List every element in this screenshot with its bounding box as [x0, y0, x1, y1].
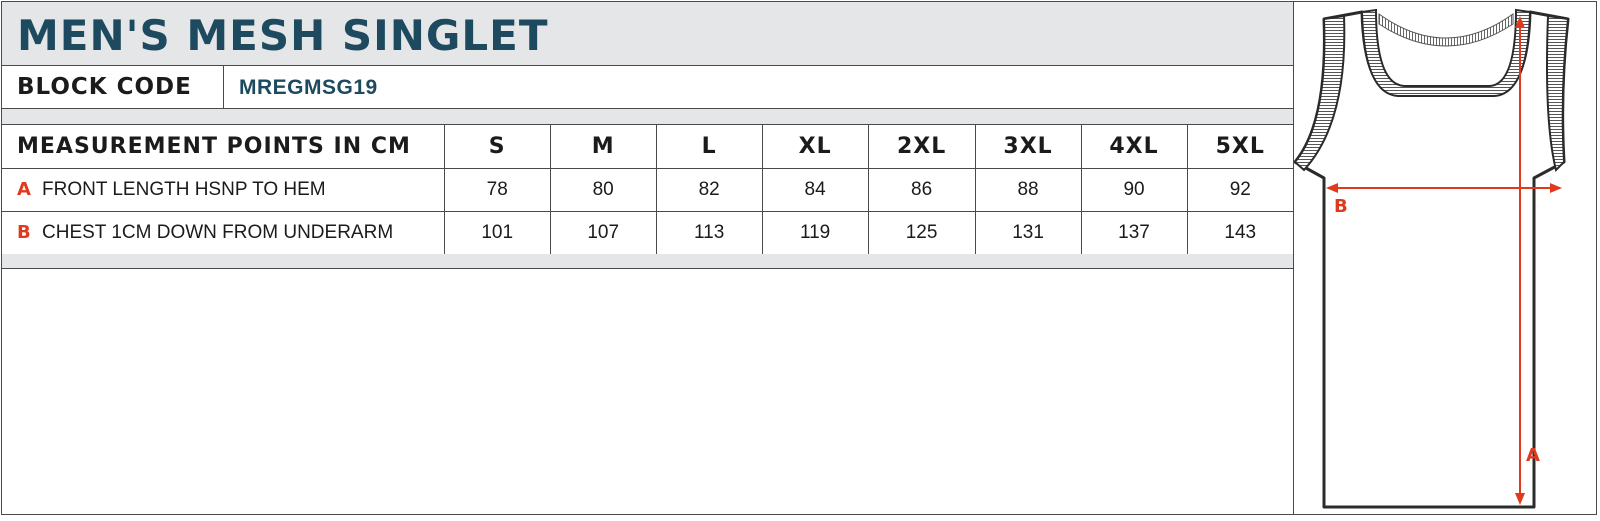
table-cell: 88 [974, 168, 1082, 212]
separator-band-bottom [2, 254, 1293, 269]
table-cell: 125 [867, 211, 976, 255]
singlet-illustration: B A [1293, 8, 1570, 509]
table-row: B CHEST 1CM DOWN FROM UNDERARM 101 107 11… [2, 211, 1293, 255]
table-cell: 107 [549, 211, 657, 255]
size-header-l: L [655, 125, 763, 169]
table-cell: 143 [1186, 211, 1293, 255]
measurement-point-a: A FRONT LENGTH HSNP TO HEM [2, 168, 445, 212]
table-cell: 84 [761, 168, 869, 212]
length-measure-label: A [1526, 445, 1540, 466]
block-code-divider [223, 66, 224, 108]
chest-arrow-right-icon [1550, 183, 1562, 193]
garment-diagram: B A [1293, 2, 1598, 516]
table-cell: 131 [974, 211, 1082, 255]
block-code-value: MREGMSG19 [239, 76, 378, 99]
point-description-a: FRONT LENGTH HSNP TO HEM [42, 178, 326, 200]
table-cell: 82 [655, 168, 763, 212]
table-cell: 86 [867, 168, 976, 212]
size-header-xl: XL [761, 125, 869, 169]
header-measurement-points: MEASUREMENT POINTS IN CM [2, 125, 445, 169]
block-code-label: BLOCK CODE [17, 74, 192, 100]
size-header-3xl: 3XL [974, 125, 1082, 169]
spec-panel: MEN'S MESH SINGLET BLOCK CODE MREGMSG19 … [2, 2, 1293, 514]
size-chart-frame: MEN'S MESH SINGLET BLOCK CODE MREGMSG19 … [1, 1, 1597, 515]
block-code-row: BLOCK CODE MREGMSG19 [2, 66, 1293, 109]
point-letter-a: A [17, 178, 31, 200]
point-description-b: CHEST 1CM DOWN FROM UNDERARM [42, 221, 394, 243]
separator-band-top [2, 109, 1293, 125]
chest-measure-label: B [1334, 196, 1348, 217]
size-header-4xl: 4XL [1080, 125, 1188, 169]
back-neck-rib [1378, 13, 1514, 47]
title-band: MEN'S MESH SINGLET [2, 2, 1293, 66]
measurement-point-b: B CHEST 1CM DOWN FROM UNDERARM [2, 211, 445, 255]
table-cell: 90 [1080, 168, 1188, 212]
point-letter-b: B [17, 221, 31, 243]
table-row: A FRONT LENGTH HSNP TO HEM 78 80 82 84 86… [2, 168, 1293, 212]
table-cell: 78 [443, 168, 551, 212]
table-cell: 137 [1080, 211, 1188, 255]
size-header-2xl: 2XL [867, 125, 976, 169]
table-cell: 101 [443, 211, 551, 255]
size-header-5xl: 5XL [1186, 125, 1293, 169]
table-cell: 119 [761, 211, 869, 255]
size-header-m: M [549, 125, 657, 169]
size-header-s: S [443, 125, 551, 169]
table-cell: 92 [1186, 168, 1293, 212]
table-cell: 113 [655, 211, 763, 255]
table-header-row: MEASUREMENT POINTS IN CM S M L XL 2XL 3X… [2, 125, 1293, 169]
table-cell: 80 [549, 168, 657, 212]
measurement-table: MEASUREMENT POINTS IN CM S M L XL 2XL 3X… [2, 125, 1293, 255]
page-title: MEN'S MESH SINGLET [17, 11, 549, 60]
